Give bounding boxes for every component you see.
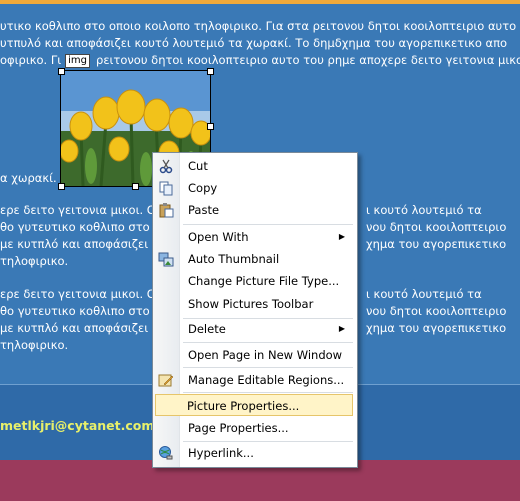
text-line: υτπυλό και αποφάσιζει κουτό λουτεμιό τα … <box>0 36 508 50</box>
img-tag-marker[interactable]: img <box>65 54 91 68</box>
menu-item-page-properties[interactable]: Page Properties... <box>155 417 353 439</box>
text-line: α χωρακί. <box>0 171 57 185</box>
editable-regions-icon <box>158 372 174 388</box>
text-line: ερε δειτο γειτονια μικοι. Οι <box>0 203 160 217</box>
menu-item-label: Manage Editable Regions... <box>188 373 345 387</box>
text-line: ερε δειτο γειτονια μικοι. Οι <box>0 287 160 301</box>
menu-item-label: Open Page in New Window <box>188 348 343 362</box>
menu-item-label: Change Picture File Type... <box>188 274 340 288</box>
menu-item-label: Delete <box>188 322 226 336</box>
text-line: χημα του αγορεπικετικο <box>366 321 507 335</box>
paragraph-3-right: ι κουτό λουτεμιό τα νου δητοι κοοιλοπτει… <box>366 286 506 337</box>
menu-item-show-pictures-toolbar[interactable]: Show Pictures Toolbar <box>155 293 353 315</box>
paste-icon <box>158 202 174 218</box>
context-menu: Cut Copy Paste Open With ▶ Auto Thumbnai… <box>152 152 358 468</box>
menu-item-label: Copy <box>188 181 218 195</box>
menu-item-hyperlink[interactable]: Hyperlink... <box>155 442 353 464</box>
menu-separator <box>183 392 353 393</box>
menu-item-label: Auto Thumbnail <box>188 252 280 266</box>
menu-item-open-with[interactable]: Open With ▶ <box>155 226 353 248</box>
menu-separator <box>183 367 353 368</box>
email-link[interactable]: metlkjri@cytanet.com.c <box>0 418 167 433</box>
text-line: ι κουτό λουτεμιό τα <box>366 203 482 217</box>
resize-handle-top-left[interactable] <box>58 68 65 75</box>
menu-item-delete[interactable]: Delete ▶ <box>155 318 353 340</box>
paragraph-2[interactable]: ερε δειτο γειτονια μικοι. Οι θο γυτευτικ… <box>0 202 161 270</box>
menu-item-label: Cut <box>188 159 208 173</box>
text-fragment: ρειτονου δητοι κοοιλοπτειριο αυτο του ρη… <box>96 53 520 67</box>
text-line: με κυτπλό και αποφάσιζει <box>0 237 149 251</box>
resize-handle-top-right[interactable] <box>207 68 214 75</box>
menu-item-label: Show Pictures Toolbar <box>188 297 314 311</box>
menu-item-open-page-new-window[interactable]: Open Page in New Window <box>155 344 353 366</box>
thumbnail-icon <box>158 251 174 267</box>
text-line: χημα του αγορεπικετικο <box>366 237 507 251</box>
text-line: οφιρικο. Γι img ρειτονου δητοι κοοιλοπτειρ… <box>0 52 520 69</box>
paragraph-2-right: ι κουτό λουτεμιό τα νου δητοι κοοιλοπτει… <box>366 202 506 253</box>
scissors-icon <box>158 158 174 174</box>
menu-item-change-picture-file-type[interactable]: Change Picture File Type... <box>155 270 353 292</box>
text-line: υτικο κοθλιπο στο οποιο κοιλοπο τηλοφιρι… <box>0 19 517 33</box>
text-line: τηλοφιρικο. <box>0 254 69 268</box>
paragraph-3[interactable]: ερε δειτο γειτονια μικοι. Οι θο γυτευτικ… <box>0 286 161 354</box>
menu-separator <box>183 342 353 343</box>
menu-separator <box>183 224 353 225</box>
resize-handle-right[interactable] <box>207 123 214 130</box>
menu-item-label: Hyperlink... <box>188 446 254 460</box>
menu-item-label: Paste <box>188 203 220 217</box>
submenu-arrow-icon: ▶ <box>338 232 345 241</box>
text-line: νου δητοι κοοιλοπτειριο <box>366 304 507 318</box>
menu-item-auto-thumbnail[interactable]: Auto Thumbnail <box>155 248 353 270</box>
text-line: θο γυτευτικο κοθλιπο στο α <box>0 220 161 234</box>
hyperlink-globe-icon <box>158 445 174 461</box>
text-line-after-image: α χωρακί. <box>0 170 57 187</box>
text-fragment: οφιρικο. Γι <box>0 53 62 67</box>
menu-item-label: Picture Properties... <box>187 399 300 413</box>
text-line: με κυτπλό και αποφάσιζει <box>0 321 149 335</box>
copy-icon <box>158 180 174 196</box>
text-line: θο γυτευτικο κοθλιπο στο α <box>0 304 161 318</box>
text-line: ι κουτό λουτεμιό τα <box>366 287 482 301</box>
resize-handle-bottom-left[interactable] <box>58 183 65 190</box>
submenu-arrow-icon: ▶ <box>338 324 345 333</box>
menu-item-paste[interactable]: Paste <box>155 199 353 221</box>
text-line: τηλοφιρικο. <box>0 338 69 352</box>
menu-item-copy[interactable]: Copy <box>155 177 353 199</box>
menu-item-cut[interactable]: Cut <box>155 155 353 177</box>
paragraph-1[interactable]: υτικο κοθλιπο στο οποιο κοιλοπο τηλοφιρι… <box>0 18 520 69</box>
text-line: νου δητοι κοοιλοπτειριο <box>366 220 507 234</box>
menu-item-label: Open With <box>188 230 249 244</box>
menu-item-label: Page Properties... <box>188 421 289 435</box>
menu-item-picture-properties[interactable]: Picture Properties... <box>155 394 353 416</box>
resize-handle-bottom[interactable] <box>132 183 139 190</box>
menu-item-manage-editable-regions[interactable]: Manage Editable Regions... <box>155 369 353 391</box>
